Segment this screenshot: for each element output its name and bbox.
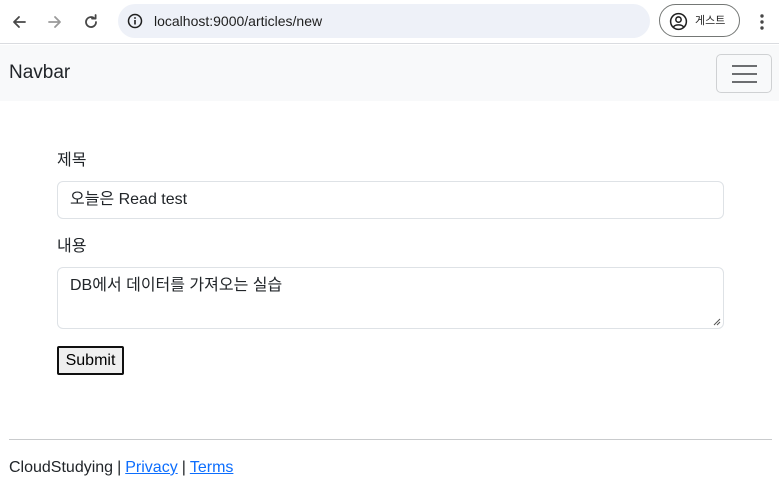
resize-grip-icon[interactable]	[713, 318, 721, 326]
reload-icon	[85, 14, 97, 28]
privacy-link[interactable]: Privacy	[125, 459, 177, 476]
terms-link[interactable]: Terms	[190, 459, 234, 476]
footer-separator: |	[181, 459, 186, 476]
url-text[interactable]: localhost:9000/articles/new	[154, 12, 322, 30]
title-input[interactable]: 오늘은 Read test	[57, 181, 724, 219]
submit-button[interactable]: Submit	[57, 346, 124, 375]
navbar-toggler-button[interactable]	[716, 54, 772, 93]
profile-icon	[669, 12, 688, 31]
forward-button[interactable]	[42, 9, 68, 35]
footer-divider	[9, 439, 772, 440]
profile-label: 게스트	[695, 14, 726, 27]
footer: CloudStudying | Privacy | Terms	[9, 458, 233, 478]
navbar: Navbar	[0, 45, 779, 101]
footer-separator: |	[117, 459, 122, 476]
content-textarea[interactable]: DB에서 데이터를 가져오는 실습	[57, 267, 724, 329]
back-arrow-icon	[13, 16, 26, 28]
title-label: 제목	[57, 152, 87, 169]
reload-button[interactable]	[78, 9, 104, 35]
forward-arrow-icon	[48, 16, 61, 28]
more-vert-icon	[760, 14, 764, 30]
more-menu-button[interactable]	[752, 10, 772, 34]
content-text: DB에서 데이터를 가져오는 실습	[70, 277, 283, 294]
profile-button[interactable]: 게스트	[659, 4, 740, 37]
footer-brand: CloudStudying	[9, 459, 114, 476]
back-button[interactable]	[6, 9, 32, 35]
content-label: 내용	[57, 238, 87, 255]
site-info-icon[interactable]	[126, 12, 144, 30]
hamburger-icon	[732, 65, 757, 83]
browser-toolbar: localhost:9000/articles/new 게스트	[0, 0, 779, 44]
navbar-brand[interactable]: Navbar	[9, 62, 70, 84]
address-bar[interactable]: localhost:9000/articles/new	[118, 4, 650, 38]
